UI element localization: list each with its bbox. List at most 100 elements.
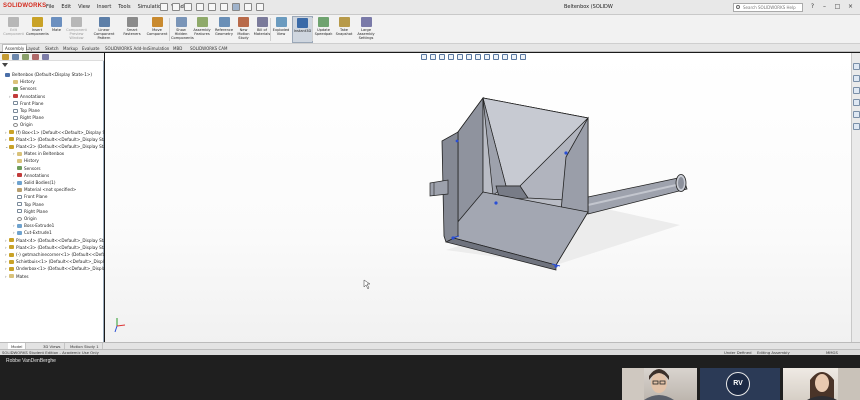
tree-item[interactable]: Material <not specified> (0, 186, 104, 193)
tree-item[interactable]: › Schietbuis<1> (Default<<Default>_Displa… (0, 258, 104, 265)
save-icon[interactable] (184, 3, 192, 11)
edit-component-button[interactable]: Edit Component (3, 16, 24, 43)
view-palette-icon[interactable] (853, 99, 860, 106)
new-document-icon[interactable] (160, 3, 168, 11)
tree-item[interactable]: › (-) getmachinecorner<1> (Default<<Defau… (0, 251, 104, 258)
exploded-view-button[interactable]: Exploded View (272, 16, 290, 43)
tab-markup[interactable]: Markup (61, 45, 80, 52)
tree-item[interactable]: Front Plane (0, 100, 104, 107)
mate-point-2[interactable] (494, 201, 498, 205)
minimize-button[interactable]: – (820, 3, 829, 11)
reference-geometry-button[interactable]: Reference Geometry (213, 16, 235, 43)
open-icon[interactable] (172, 3, 180, 11)
expand-arrow-icon[interactable]: › (9, 93, 11, 100)
menu-tools[interactable]: Tools (118, 4, 130, 10)
mate-point-5[interactable] (455, 139, 459, 143)
expand-arrow-icon[interactable]: › (13, 179, 15, 186)
tab-sketch[interactable]: Sketch (43, 45, 60, 52)
schietbuis-tube[interactable] (587, 176, 688, 215)
tree-item[interactable]: › Annotations (0, 93, 104, 100)
design-library-icon[interactable] (853, 75, 860, 82)
tree-item[interactable]: Beltenbox (Default<Display State-1>) (0, 71, 104, 78)
expand-arrow-icon[interactable]: › (5, 237, 7, 244)
select-icon[interactable] (220, 3, 228, 11)
tab-simulation[interactable]: Simulation (146, 45, 171, 52)
expand-arrow-icon[interactable]: › (5, 273, 7, 280)
options-gear-icon[interactable] (256, 3, 264, 11)
expand-arrow-icon[interactable]: › (13, 150, 15, 157)
expand-arrow-icon[interactable]: › (5, 258, 7, 265)
file-explorer-icon[interactable] (853, 87, 860, 94)
take-snapshot-button[interactable]: Take Snapshot (334, 16, 354, 43)
custom-properties-icon[interactable] (853, 123, 860, 130)
tree-item[interactable]: › Onderbox<1> (Default<<Default>_Display (0, 265, 104, 272)
expand-arrow-icon[interactable]: › (5, 129, 7, 136)
menu-insert[interactable]: Insert (97, 4, 111, 10)
tree-item[interactable]: › Plaat<4> (Default<<Default>_Display Sta… (0, 237, 104, 244)
expand-arrow-icon[interactable]: › (5, 136, 7, 143)
assembly-model[interactable] (105, 53, 851, 342)
tree-item[interactable]: Right Plane (0, 208, 104, 215)
participant-video-3[interactable] (783, 368, 860, 400)
appearances-icon[interactable] (853, 111, 860, 118)
linear-component-pattern-button[interactable]: Linear Component Pattern (88, 16, 120, 43)
tree-item[interactable]: Top Plane (0, 107, 104, 114)
expand-arrow-icon[interactable]: › (13, 229, 15, 236)
tree-item[interactable]: › Cut-Extrude1 (0, 229, 104, 236)
tree-item[interactable]: ⌄ Plaat<2> (Default<<Default>_Display Sta… (0, 143, 104, 150)
new-motion-study-button[interactable]: New Motion Study (235, 16, 252, 43)
expand-arrow-icon[interactable]: › (5, 251, 7, 258)
component-preview-window-button[interactable]: Component Preview Window (66, 16, 87, 43)
tab-solidworks-add-ins[interactable]: SOLIDWORKS Add-Ins (103, 45, 150, 52)
tree-item[interactable]: › Mates (0, 273, 104, 280)
move-component-button[interactable]: Move Component (145, 16, 169, 43)
expand-arrow-icon[interactable]: › (5, 265, 7, 272)
tree-item[interactable]: Sensors (0, 85, 104, 92)
graphics-area[interactable] (105, 53, 851, 342)
tree-item[interactable]: Origin (0, 215, 104, 222)
smart-fasteners-button[interactable]: Smart Fasteners (121, 16, 143, 43)
maximize-button[interactable]: □ (833, 3, 842, 11)
menu-view[interactable]: View (78, 4, 90, 10)
tab-mbd[interactable]: MBD (171, 45, 184, 52)
tree-item[interactable]: › (f) Box<1> (Default<<Default>_Display S… (0, 129, 104, 136)
expand-arrow-icon[interactable]: › (5, 244, 7, 251)
menu-file[interactable]: File (46, 4, 54, 10)
tab-solidworks-cam[interactable]: SOLIDWORKS CAM (188, 45, 229, 52)
feature-tree-tab-icon[interactable] (2, 54, 9, 60)
property-manager-tab-icon[interactable] (12, 54, 19, 60)
insert-components-button[interactable]: Insert Components (26, 16, 49, 43)
tree-item[interactable]: › Plaat<3> (Default<<Default>_Display Sta… (0, 244, 104, 251)
tree-item[interactable]: History (0, 78, 104, 85)
print-icon[interactable] (196, 3, 204, 11)
search-help-input[interactable]: Search SOLIDWORKS Help (733, 3, 803, 12)
collapse-arrow-icon[interactable]: ⌄ (5, 143, 8, 150)
update-speedpak-button[interactable]: Update Speedpak (314, 16, 333, 43)
mate-button[interactable]: Mate (49, 16, 64, 43)
tab-evaluate[interactable]: Evaluate (80, 45, 101, 52)
tree-item[interactable]: Origin (0, 121, 104, 128)
configuration-manager-tab-icon[interactable] (22, 54, 29, 60)
tab-layout[interactable]: Layout (24, 45, 42, 52)
tree-item[interactable]: History (0, 157, 104, 164)
large-assembly-settings-button[interactable]: Large Assembly Settings (356, 16, 376, 43)
tree-item[interactable]: Right Plane (0, 114, 104, 121)
solidworks-resources-icon[interactable] (853, 63, 860, 70)
tree-item[interactable]: › Annotations (0, 172, 104, 179)
participant-video-2[interactable]: RV (700, 368, 780, 400)
tree-item[interactable]: › Boss-Extrude1 (0, 222, 104, 229)
bill-of-materials-button[interactable]: Bill of Materials (253, 16, 271, 43)
tree-item[interactable]: Top Plane (0, 201, 104, 208)
expand-arrow-icon[interactable]: › (13, 172, 15, 179)
participant-video-1[interactable] (622, 368, 697, 400)
instant3d-button[interactable]: Instant3D (292, 16, 313, 43)
side-stub[interactable] (429, 179, 449, 197)
display-manager-tab-icon[interactable] (42, 54, 49, 60)
dimxpert-tab-icon[interactable] (32, 54, 39, 60)
tree-item[interactable]: Sensors (0, 165, 104, 172)
mate-point-1[interactable] (564, 151, 568, 155)
show-hidden-components-button[interactable]: Show Hidden Components (171, 16, 194, 43)
tree-item[interactable]: › Mates in Beltenbox (0, 150, 104, 157)
close-button[interactable]: × (846, 3, 855, 11)
menu-edit[interactable]: Edit (61, 4, 71, 10)
